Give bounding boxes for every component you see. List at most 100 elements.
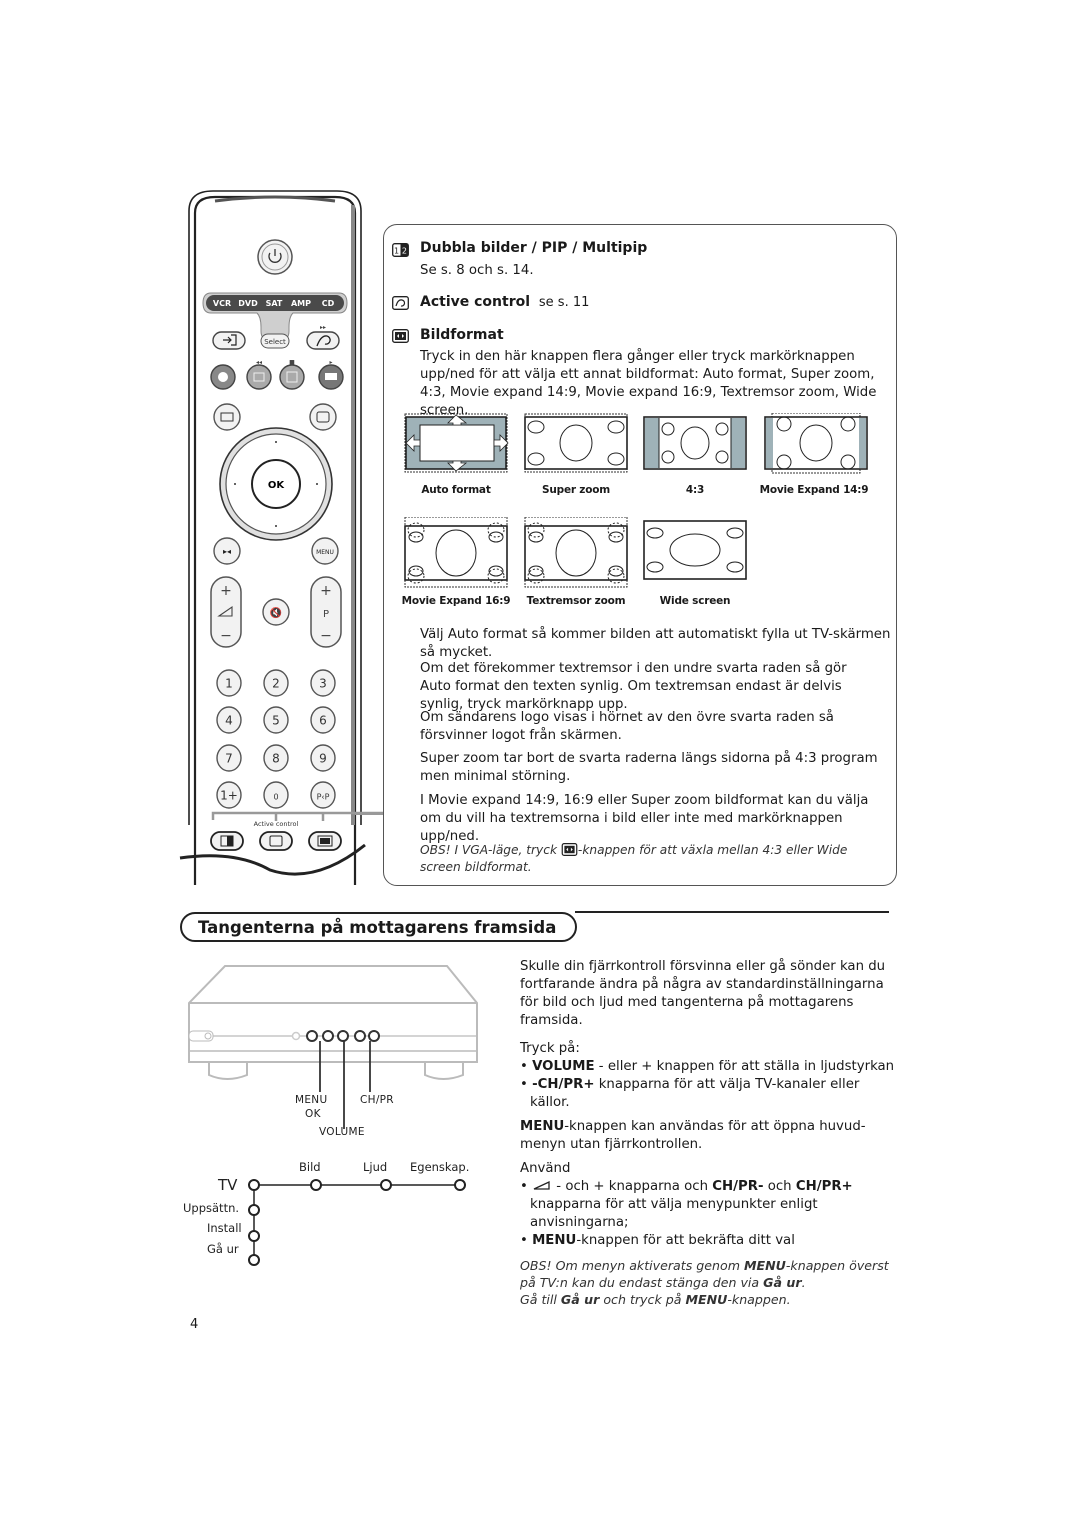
tv-front-panel-illustration [188, 965, 478, 1129]
label-menu: MENU [295, 1094, 328, 1106]
front-button-vol-up[interactable] [337, 1030, 349, 1042]
cursor-left[interactable] [234, 483, 236, 485]
picture-format-icon [392, 329, 409, 343]
use-label: Använd [520, 1161, 571, 1176]
svg-text:+: + [320, 583, 332, 599]
digit-button-1-label: 1 [225, 677, 233, 691]
source-sat[interactable]: SAT [266, 299, 283, 308]
para-logo: Om sändarens logo visas i hörnet av den … [420, 710, 834, 743]
digit-button-8-label: 8 [272, 752, 280, 766]
cursor-right[interactable] [316, 483, 318, 485]
format-thumbnail-super [524, 413, 628, 473]
digit-button-2-label: 2 [272, 677, 280, 691]
green-button[interactable] [246, 364, 272, 390]
press-label: Tryck på: [520, 1041, 580, 1056]
front-button-menu[interactable] [306, 1030, 318, 1042]
tree-label-bild: Bild [299, 1160, 321, 1174]
active-control-heading: Active control se s. 11 [420, 294, 589, 310]
label-ok: OK [305, 1108, 321, 1120]
para-movie-expand: I Movie expand 14:9, 16:9 eller Super zo… [420, 793, 869, 844]
tv-foot-left [208, 1063, 248, 1080]
select-label: Select [264, 338, 286, 346]
use-item-confirm: • MENU-knappen för att bekräfta ditt val [520, 1233, 795, 1248]
format-description: Tryck in den här knappen flera gånger el… [420, 349, 877, 418]
svg-text:+: + [220, 583, 232, 599]
format-thumbnail-wide [643, 520, 747, 580]
remote-control-illustration: VCR DVD SAT AMP CD Select ▸▸ ◂◂ ■ ▸ OK ▸… [179, 190, 385, 885]
picture-format-icon [561, 843, 578, 856]
front-note: OBS! Om menyn aktiverats genom MENU-knap… [520, 1258, 889, 1307]
digit-button-6-label: 6 [319, 714, 327, 728]
program-label: P [323, 609, 329, 620]
label-volume: VOLUME [319, 1126, 365, 1138]
tree-label-install: Install [207, 1221, 242, 1235]
svg-text:−: − [220, 628, 232, 644]
format-caption-me149: Movie Expand 14:9 [759, 484, 869, 496]
digit-button-0-label: 0 [273, 793, 278, 802]
svg-text:2: 2 [402, 247, 407, 256]
tree-node-uppsattn [248, 1204, 260, 1216]
source-amp[interactable]: AMP [291, 299, 311, 308]
tree-label-ga-ur: Gå ur [207, 1242, 239, 1256]
digit-button-5-label: 5 [272, 714, 280, 728]
label-chpr: CH/PR [360, 1094, 394, 1106]
previous-program-button-label: P‹P [317, 793, 330, 802]
cursor-up[interactable] [275, 441, 277, 443]
svg-text:1: 1 [394, 247, 399, 256]
format-caption-super: Super zoom [542, 484, 610, 496]
svg-text:−: − [320, 628, 332, 644]
ir-sensor [291, 1031, 301, 1041]
para-subtitles: Om det förekommer textremsor i den undre… [420, 661, 847, 712]
active-title: Active control [420, 294, 531, 310]
para-auto-format: Välj Auto format så kommer bilden att au… [420, 627, 891, 660]
digit-button-3-label: 3 [319, 677, 327, 691]
tree-label-egenskap: Egenskap. [410, 1160, 470, 1174]
source-cd[interactable]: CD [322, 299, 335, 308]
front-button-ch-down[interactable] [354, 1030, 366, 1042]
tree-node-egenskap [454, 1179, 466, 1191]
format-thumbnail-text [524, 517, 628, 588]
cursor-down[interactable] [275, 525, 277, 527]
tree-node-bild [310, 1179, 322, 1191]
source-vcr[interactable]: VCR [213, 299, 231, 308]
format-caption-me169: Movie Expand 16:9 [401, 595, 511, 607]
smart-button[interactable] [306, 331, 340, 350]
remote-top-slot [214, 195, 336, 203]
tree-node-ga-ur [248, 1254, 260, 1266]
mute-icon: 🔇 [270, 606, 282, 619]
teletext-button[interactable] [309, 403, 337, 431]
front-intro: Skulle din fjärrkontroll försvinna eller… [520, 959, 886, 1028]
tree-node-ljud [380, 1179, 392, 1191]
ok-label: OK [268, 480, 286, 491]
connector-line [355, 813, 385, 815]
digit-button-7-label: 7 [225, 752, 233, 766]
svg-text:▸◂: ▸◂ [223, 547, 231, 556]
power-button[interactable] [257, 239, 293, 275]
tree-node-tv [248, 1179, 260, 1191]
format-caption-43: 4:3 [685, 484, 705, 496]
format-caption-wide: Wide screen [659, 595, 731, 607]
front-button-vol-down[interactable] [322, 1030, 334, 1042]
format-title: Bildformat [420, 327, 504, 343]
active-control-button[interactable] [259, 831, 293, 851]
front-button-ch-up[interactable] [368, 1030, 380, 1042]
source-dvd[interactable]: DVD [238, 299, 258, 308]
svg-text:▸▸: ▸▸ [320, 324, 326, 331]
tree-node-install [248, 1230, 260, 1242]
digit-button-4-label: 4 [225, 714, 233, 728]
tree-label-uppsattn: Uppsättn. [183, 1201, 240, 1215]
dual-screen-icon: 1 2 [392, 243, 409, 257]
format-thumbnail-auto [404, 413, 509, 473]
format-thumbnail-me169 [404, 517, 508, 588]
tree-label-ljud: Ljud [363, 1160, 388, 1174]
format-caption-auto: Auto format [421, 484, 491, 496]
split-screen-button[interactable] [213, 403, 241, 431]
teletext-index-button-label: 1+ [220, 789, 238, 803]
dual-ref: Se s. 8 och s. 14. [420, 263, 534, 278]
active-ref: se s. 11 [538, 295, 590, 310]
digit-button-9-label: 9 [319, 752, 327, 766]
menu-paragraph: MENU-knappen kan användas för att öppna … [520, 1119, 866, 1152]
yellow-button[interactable] [279, 364, 305, 390]
vga-note: OBS! I VGA-läge, tryck -knappen för att … [420, 843, 848, 874]
tree-label-tv: TV [218, 1176, 238, 1194]
